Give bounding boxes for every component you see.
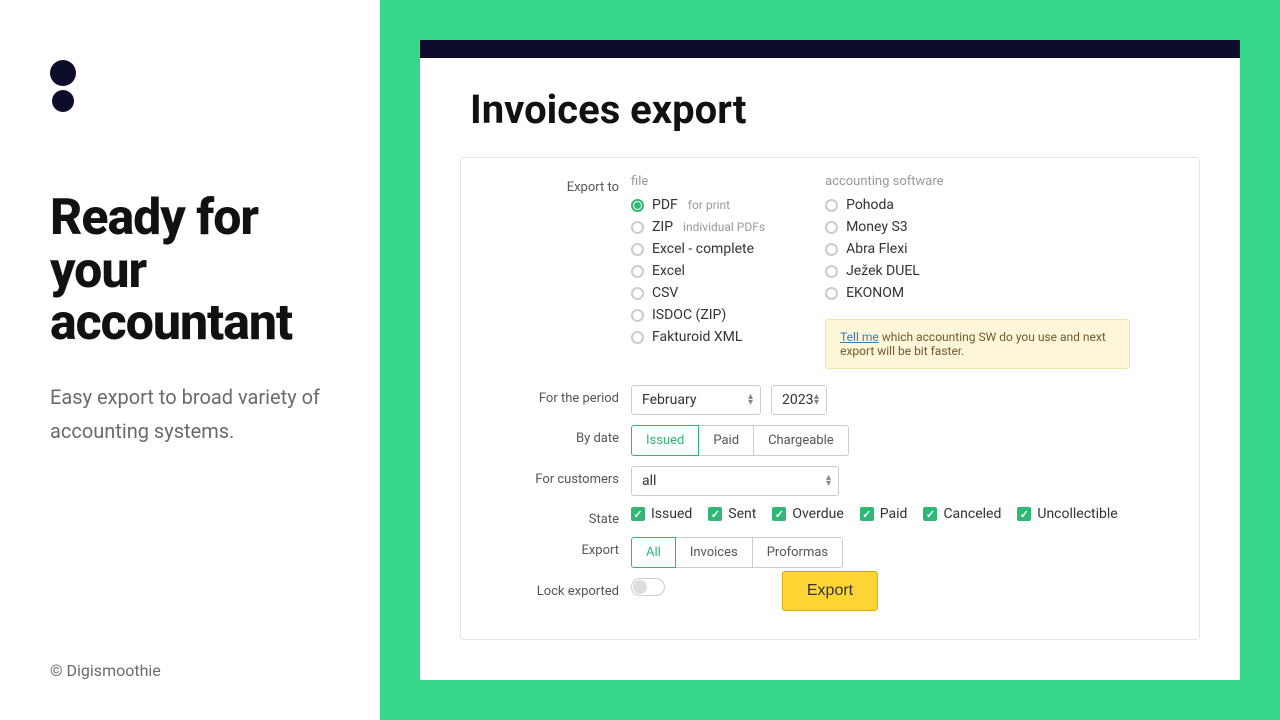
radio-note: individual PDFs	[683, 220, 765, 234]
logo	[50, 60, 330, 112]
radio-note: for print	[688, 198, 730, 212]
seg-export-proformas[interactable]: Proformas	[753, 537, 843, 568]
radio-label: Excel - complete	[652, 241, 754, 257]
check-icon: ✓	[923, 507, 937, 521]
check-uncollectible[interactable]: ✓ Uncollectible	[1017, 506, 1117, 522]
page-title: Invoices export	[420, 58, 1240, 157]
radio-software-abra-flexi[interactable]: Abra Flexi	[825, 241, 1130, 257]
radio-software-money-s3[interactable]: Money S3	[825, 219, 1130, 235]
radio-software-pohoda[interactable]: Pohoda	[825, 197, 1130, 213]
check-label: Sent	[728, 506, 756, 522]
radio-icon	[631, 243, 644, 256]
export-to-label: Export to	[491, 174, 631, 195]
check-label: Overdue	[792, 506, 843, 522]
radio-icon	[825, 243, 838, 256]
radio-label: ISDOC (ZIP)	[652, 307, 726, 323]
seg-chargeable[interactable]: Chargeable	[754, 425, 849, 456]
year-select[interactable]: 2023▴▾	[771, 385, 827, 415]
customers-label: For customers	[491, 466, 631, 487]
radio-file-fakturoid-xml[interactable]: Fakturoid XML	[631, 329, 765, 345]
check-sent[interactable]: ✓ Sent	[708, 506, 756, 522]
seg-export-all[interactable]: All	[631, 537, 676, 568]
by-date-label: By date	[491, 425, 631, 446]
tip-text: which accounting SW do you use and next …	[840, 330, 1106, 358]
check-label: Issued	[651, 506, 692, 522]
check-paid[interactable]: ✓ Paid	[860, 506, 908, 522]
state-label: State	[491, 506, 631, 527]
check-label: Canceled	[943, 506, 1001, 522]
radio-icon	[631, 331, 644, 344]
radio-icon	[825, 265, 838, 278]
app-window: Invoices export Export to file PDF for pr…	[420, 40, 1240, 680]
check-icon: ✓	[1017, 507, 1031, 521]
radio-file-zip[interactable]: ZIP individual PDFs	[631, 219, 765, 235]
export-button[interactable]: Export	[782, 571, 878, 611]
period-label: For the period	[491, 385, 631, 406]
radio-icon	[631, 199, 644, 212]
radio-label: Money S3	[846, 219, 908, 235]
check-icon: ✓	[708, 507, 722, 521]
check-label: Uncollectible	[1037, 506, 1117, 522]
radio-label: CSV	[652, 285, 678, 301]
customers-select[interactable]: all▴▾	[631, 466, 839, 496]
radio-label: Pohoda	[846, 197, 894, 213]
check-canceled[interactable]: ✓ Canceled	[923, 506, 1001, 522]
radio-software-ekonom[interactable]: EKONOM	[825, 285, 1130, 301]
radio-software-je-ek-duel[interactable]: Ježek DUEL	[825, 263, 1130, 279]
hero-subtitle: Easy export to broad variety of accounti…	[50, 380, 330, 448]
radio-label: EKONOM	[846, 285, 904, 301]
tip-box: Tell me which accounting SW do you use a…	[825, 319, 1130, 369]
seg-paid[interactable]: Paid	[699, 425, 754, 456]
check-issued[interactable]: ✓ Issued	[631, 506, 692, 522]
radio-file-pdf[interactable]: PDF for print	[631, 197, 765, 213]
radio-icon	[825, 287, 838, 300]
month-select[interactable]: February▴▾	[631, 385, 761, 415]
software-column-head: accounting software	[825, 174, 1130, 189]
radio-icon	[631, 221, 644, 234]
lock-toggle[interactable]	[631, 578, 665, 596]
radio-label: Abra Flexi	[846, 241, 907, 257]
radio-icon	[825, 221, 838, 234]
export-type-label: Export	[491, 537, 631, 558]
radio-icon	[825, 199, 838, 212]
check-label: Paid	[880, 506, 908, 522]
file-column-head: file	[631, 174, 765, 189]
radio-file-isdoc-zip-[interactable]: ISDOC (ZIP)	[631, 307, 765, 323]
radio-label: ZIP	[652, 219, 673, 235]
radio-label: Ježek DUEL	[846, 263, 920, 279]
radio-file-excel[interactable]: Excel	[631, 263, 765, 279]
hero-title: Ready for your accountant	[50, 192, 330, 350]
radio-icon	[631, 309, 644, 322]
radio-file-excel-complete[interactable]: Excel - complete	[631, 241, 765, 257]
radio-label: Fakturoid XML	[652, 329, 742, 345]
radio-icon	[631, 265, 644, 278]
radio-icon	[631, 287, 644, 300]
check-icon: ✓	[772, 507, 786, 521]
copyright: © Digismoothie	[50, 661, 330, 680]
seg-export-invoices[interactable]: Invoices	[676, 537, 753, 568]
export-form: Export to file PDF for print ZIP individual…	[460, 157, 1200, 640]
app-header-bar	[420, 40, 1240, 58]
radio-file-csv[interactable]: CSV	[631, 285, 765, 301]
check-icon: ✓	[860, 507, 874, 521]
lock-label: Lock exported	[491, 578, 631, 599]
check-overdue[interactable]: ✓ Overdue	[772, 506, 843, 522]
seg-issued[interactable]: Issued	[631, 425, 699, 456]
tip-link[interactable]: Tell me	[840, 330, 879, 344]
radio-label: PDF	[652, 197, 678, 213]
check-icon: ✓	[631, 507, 645, 521]
radio-label: Excel	[652, 263, 685, 279]
